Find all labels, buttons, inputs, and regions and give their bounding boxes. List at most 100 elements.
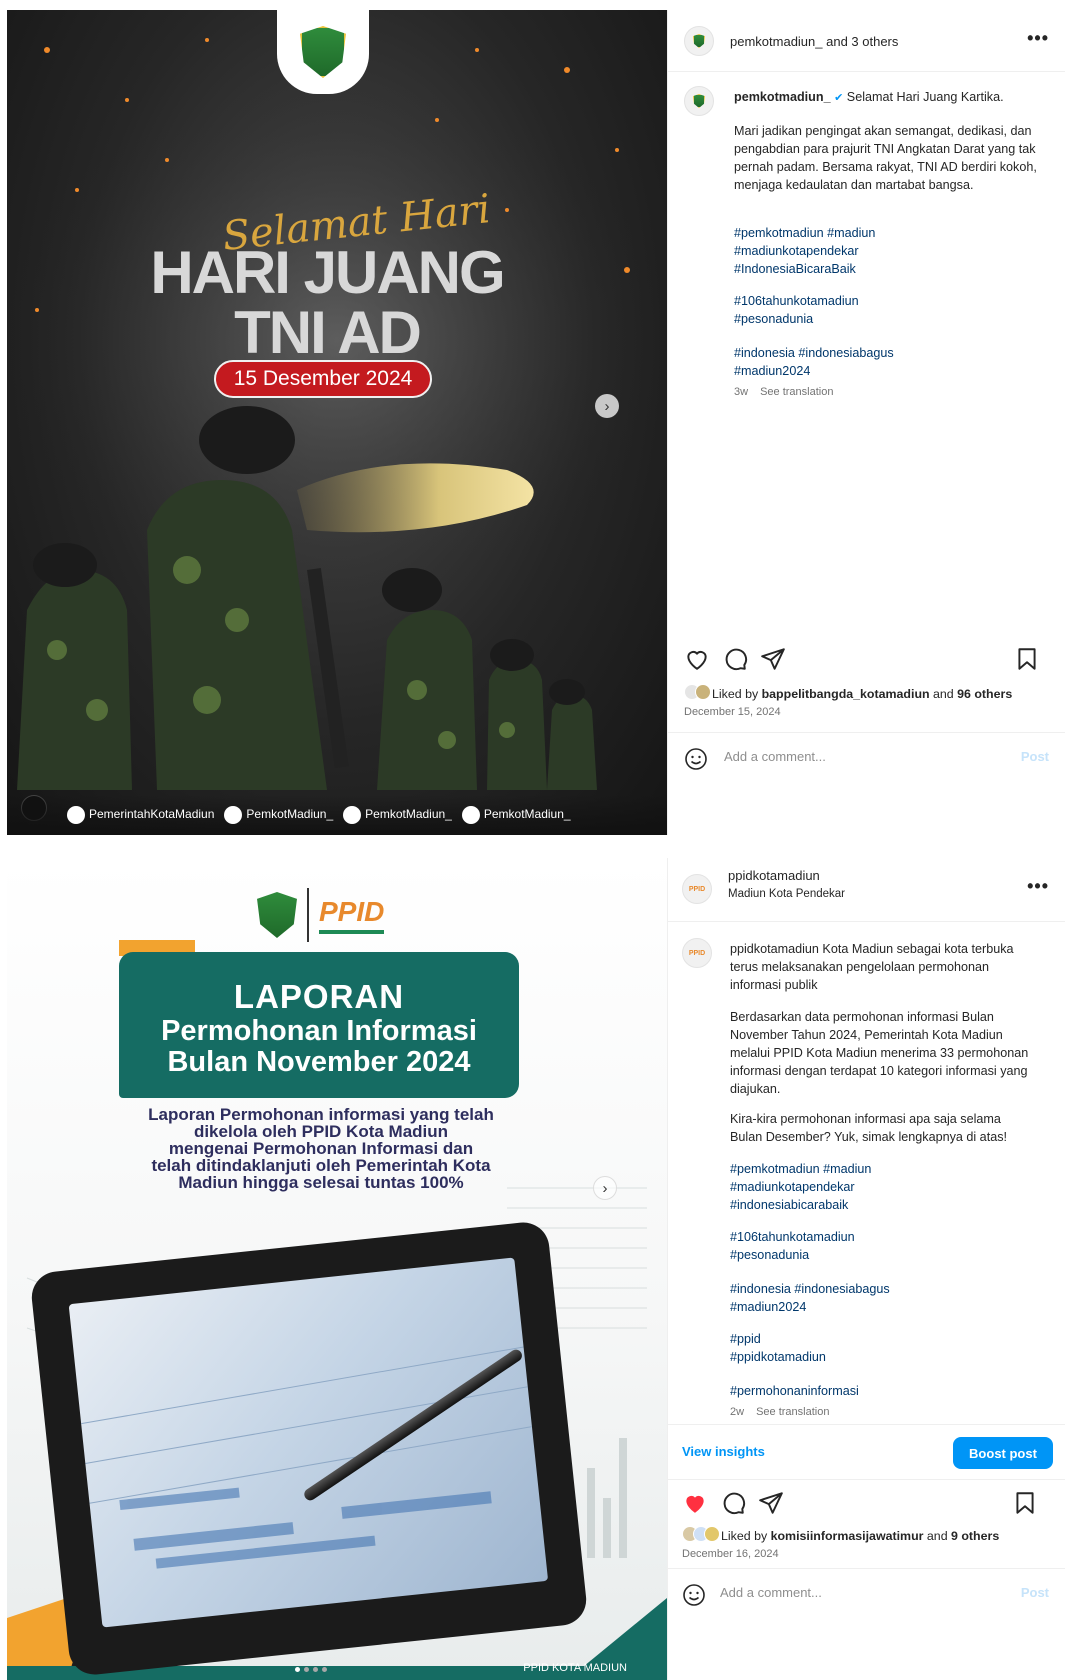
share-icon[interactable] [760,646,786,672]
likes-count[interactable]: 96 others [957,687,1012,701]
comment-input[interactable]: Add a comment... [720,1585,822,1600]
divider [307,888,309,942]
chevron-right-icon[interactable]: › [593,1176,617,1200]
action-bar [682,1490,1048,1520]
avatar[interactable]: PPID [682,938,712,968]
bookmark-icon[interactable] [1012,1490,1038,1516]
comment-bar: Add a comment... Post [668,1568,1065,1620]
tablet-illustration [29,1219,589,1678]
city-crest-icon [257,892,297,938]
post-date: December 16, 2024 [682,1548,779,1560]
heart-filled-icon[interactable] [682,1490,708,1516]
likes-count[interactable]: 9 others [951,1529,999,1543]
social-footer: PemerintahKotaMadiun PemkotMadiun_ Pemko… [7,795,667,835]
city-crest-icon [693,34,705,48]
comment-icon[interactable] [720,1490,746,1516]
see-translation-link[interactable]: See translation [756,1406,829,1418]
comment-input[interactable]: Add a comment... [724,749,826,764]
caption-meta: 2w See translation [730,1406,829,1418]
post-author[interactable]: ppidkotamadiun [728,868,820,883]
post-comment-button[interactable]: Post [1021,1585,1049,1600]
post-header: pemkotmadiun_ and 3 others ••• [668,10,1065,72]
hashtags[interactable]: #106tahunkotamadiun #pesonadunia [734,292,1052,328]
social-item: PemkotMadiun_ [224,806,333,824]
caption-body: Berdasarkan data permohonan informasi Bu… [730,1010,1029,1096]
instagram-icon [224,806,243,824]
social-item: PemkotMadiun_ [343,806,452,824]
hashtags[interactable]: #ppid #ppidkotamadiun [730,1330,1048,1366]
facebook-icon [67,806,85,824]
report-description: Laporan Permohonan informasi yang telah … [148,1105,494,1192]
liker-name[interactable]: komisiinformasijawatimur [771,1529,924,1543]
caption-body: Kira-kira permohonan informasi apa saja … [730,1112,1007,1144]
hashtags[interactable]: #pemkotmadiun #madiun #madiunkotapendeka… [734,224,1052,278]
avatar[interactable] [684,26,714,56]
emoji-icon[interactable] [682,1583,706,1607]
ppid-logo: PPID [319,896,385,934]
more-options-icon[interactable]: ••• [1027,28,1049,49]
city-crest-icon [300,26,346,78]
youtube-icon [461,806,480,824]
post-media[interactable]: Selamat Hari HARI JUANG TNI AD 15 Desemb… [7,10,667,835]
hashtags[interactable]: #pemkotmadiun #madiun #madiunkotapendeka… [730,1160,1048,1214]
post-header: PPID ppidkotamadiun Madiun Kota Pendekar… [668,858,1065,922]
caption-lead: ppidkotamadiun Kota Madiun sebagai kota … [730,942,1014,992]
title-line-3: Bulan November 2024 [167,1046,471,1078]
share-icon[interactable] [758,1490,784,1516]
social-item: PemkotMadiun_ [461,806,571,824]
caption-username[interactable]: pemkotmadiun_ [734,90,831,104]
battlefield-illustration [7,38,667,790]
comment-icon[interactable] [722,646,748,672]
see-translation-link[interactable]: See translation [760,386,833,398]
post-comment-button[interactable]: Post [1021,749,1049,764]
headline-line-1: HARI JUANG [150,239,505,306]
hashtags[interactable]: #indonesia #indonesiabagus #madiun2024 [734,344,1052,380]
chart-on-screen [81,1346,533,1569]
header-logos: PPID [257,888,385,942]
social-item: PemerintahKotaMadiun [67,806,214,824]
post-media[interactable]: PPID LAPORAN Permohonan Informasi Bulan … [7,858,667,1680]
title-box: LAPORAN Permohonan Informasi Bulan Novem… [119,952,519,1098]
headline-line-2: TNI AD [234,299,422,366]
post-location[interactable]: Madiun Kota Pendekar [728,888,845,900]
view-insights-link[interactable]: View insights [682,1444,765,1459]
boost-post-button[interactable]: Boost post [953,1437,1053,1469]
comment-bar: Add a comment... Post [668,732,1065,784]
verified-icon: ✔ [834,92,844,104]
caption-body: Mari jadikan pengingat akan semangat, de… [734,124,1037,192]
heart-icon[interactable] [684,646,710,672]
more-options-icon[interactable]: ••• [1027,876,1049,897]
date-pill: 15 Desember 2024 [214,360,432,398]
post-date: December 15, 2024 [684,706,781,718]
media-footer: PPID KOTA MADIUN [523,1662,627,1674]
hashtags[interactable]: #permohonaninformasi [730,1382,1048,1400]
caption-meta: 3w See translation [734,386,833,398]
hashtags[interactable]: #indonesia #indonesiabagus #madiun2024 [730,1280,1048,1316]
ppid-logo-icon: PPID [688,949,706,957]
title-line-1: LAPORAN [233,978,405,1015]
city-badge [277,10,369,94]
post-author[interactable]: pemkotmadiun_ and 3 others [730,34,898,49]
liker-name[interactable]: bappelitbangda_kotamadiun [762,687,930,701]
likes-summary[interactable]: Liked by komisiinformasijawatimur and 9 … [682,1526,999,1545]
post-card: PPID LAPORAN Permohonan Informasi Bulan … [7,858,1065,1680]
caption-username[interactable]: ppidkotamadiun [730,942,819,956]
caption-lead: pemkotmadiun_ ✔ Selamat Hari Juang Karti… [734,90,1004,104]
hashtags[interactable]: #106tahunkotamadiun #pesonadunia [730,1228,1048,1264]
city-crest-icon [693,94,705,108]
action-bar [684,646,1050,676]
insights-bar: View insights Boost post [668,1424,1065,1480]
likes-summary[interactable]: Liked by bappelitbangda_kotamadiun and 9… [684,684,1012,703]
post-card: Selamat Hari HARI JUANG TNI AD 15 Desemb… [7,10,1065,835]
chevron-right-icon[interactable]: › [595,394,619,418]
title-line-2: Permohonan Informasi [161,1015,477,1047]
post-side-panel: pemkotmadiun_ and 3 others ••• pemkotmad… [667,10,1065,835]
carousel-dots [295,1667,327,1672]
emoji-icon[interactable] [684,747,708,771]
avatar[interactable]: PPID [682,874,712,904]
avatar[interactable] [684,86,714,116]
tablet-screen [68,1257,549,1628]
ppid-logo-icon: PPID [688,885,706,893]
liker-avatars [684,684,711,703]
bookmark-icon[interactable] [1014,646,1040,672]
